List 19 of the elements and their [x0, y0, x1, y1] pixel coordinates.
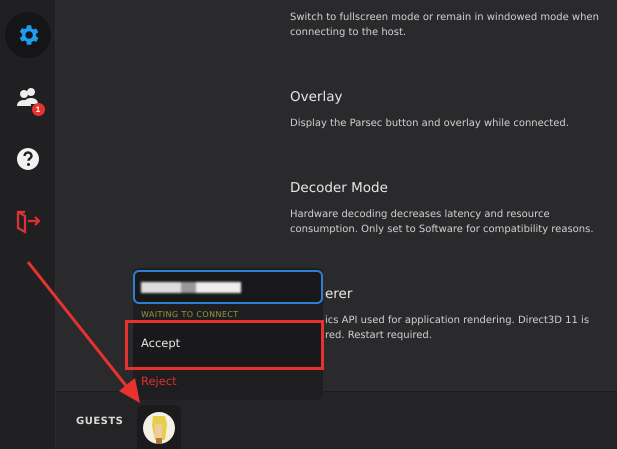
sidebar-button[interactable]: 1 — [4, 74, 50, 120]
setting-title: erer — [325, 285, 354, 303]
connection-status: WAITING TO CONNECT — [140, 309, 240, 320]
setting-description: Hardware decoding decreases latency and resource consumption. Only set to Software for compatibility reasons. — [290, 208, 595, 237]
guest-avatar — [143, 412, 176, 444]
exit-icon — [14, 208, 40, 234]
setting-description: ics API used for application rendering. Direct3D 11 is red. Restart required. — [325, 314, 590, 343]
setting-title: Overlay — [290, 88, 344, 106]
help-icon — [16, 147, 40, 171]
setting-title: Decoder Mode — [290, 179, 389, 197]
setting-description: Switch to fullscreen mode or remain in windowed mode when connecting to the host. — [290, 11, 600, 40]
notification-badge: 1 — [32, 103, 44, 116]
reject-option[interactable]: Reject — [133, 366, 323, 396]
sidebar-button[interactable] — [4, 12, 50, 58]
setting-description: Display the Parsec button and overlay while connected. — [290, 117, 570, 131]
guest-tile[interactable] — [137, 405, 182, 449]
people-icon — [16, 86, 40, 108]
guests-label: GUESTS — [76, 416, 124, 426]
accept-option[interactable]: Accept — [133, 320, 323, 366]
